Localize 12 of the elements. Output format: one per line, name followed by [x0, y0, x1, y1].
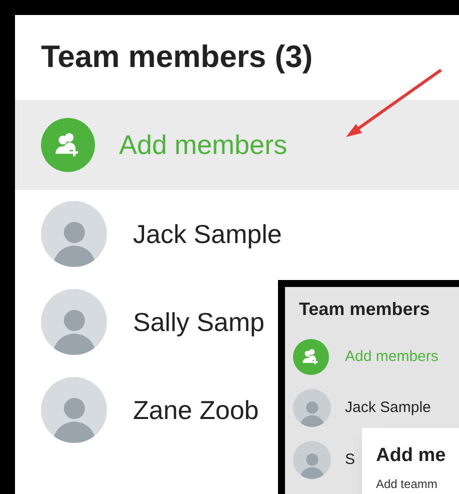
avatar	[293, 389, 331, 427]
dialog-title: Add me	[376, 444, 447, 468]
member-name[interactable]: S	[345, 448, 356, 472]
dialog-text: Add teamm	[376, 476, 438, 492]
panel-title: Team members (3)	[41, 38, 313, 76]
member-name[interactable]: Jack Sample	[345, 396, 431, 420]
panel-title: Team members	[299, 298, 430, 321]
member-name[interactable]: Zane Zoob	[133, 390, 259, 430]
avatar	[293, 441, 331, 479]
member-name[interactable]: Sally Samp	[133, 302, 264, 342]
add-members-icon	[293, 339, 329, 375]
member-name[interactable]: Jack Sample	[133, 214, 282, 254]
